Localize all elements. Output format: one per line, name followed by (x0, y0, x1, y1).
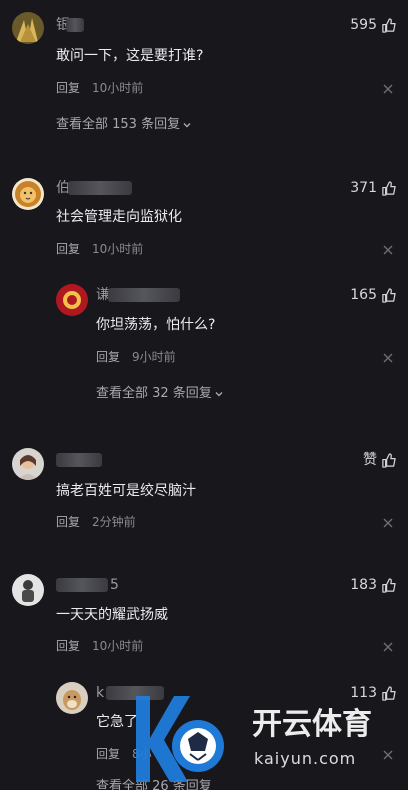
reply-button[interactable]: 回复 (56, 80, 80, 96)
timestamp: 10小时前 (92, 242, 144, 256)
avatar-red-image (56, 284, 88, 316)
close-icon[interactable] (382, 83, 394, 95)
reply-text: 你坦荡荡，怕什么? (96, 317, 216, 333)
timestamp: 9小时前 (132, 350, 176, 364)
timestamp: 2分钟前 (92, 515, 136, 529)
close-icon[interactable] (382, 244, 394, 256)
comment-text: 搞老百姓可是绞尽脑汁 (56, 483, 196, 499)
close-icon[interactable] (382, 641, 394, 653)
avatar[interactable] (12, 448, 44, 480)
comment-meta: 回复 10小时前 (56, 638, 143, 654)
like-button[interactable]: 595 (350, 16, 396, 34)
thumbs-up-icon (382, 452, 396, 468)
view-all-replies-label: 查看全部 153 条回复 (56, 117, 181, 132)
reply-avatar[interactable] (56, 284, 88, 316)
timestamp: 10小时前 (92, 81, 144, 95)
chevron-down-icon (183, 123, 191, 128)
username-blur (68, 181, 132, 195)
reply-button[interactable]: 回复 (56, 638, 80, 654)
like-button[interactable]: 赞 (363, 451, 396, 469)
view-all-replies-label: 查看全部 32 条回复 (96, 386, 212, 401)
reply-meta: 回复 9小时前 (96, 349, 176, 365)
like-count: 183 (350, 577, 377, 593)
comment-text: 社会管理走向监狱化 (56, 209, 182, 225)
comment-text: 一天天的耀武扬威 (56, 607, 168, 623)
reply-button[interactable]: 回复 (56, 514, 80, 530)
like-button[interactable]: 165 (350, 286, 396, 304)
comment-meta: 回复 10小时前 (56, 80, 143, 96)
chevron-down-icon (215, 392, 223, 397)
avatar-dog-image (56, 682, 88, 714)
reply-username-blur (108, 288, 180, 302)
avatar-woman-image (12, 448, 44, 480)
username-blur (56, 453, 102, 467)
like-count: 595 (350, 17, 377, 33)
avatar-person-image (12, 574, 44, 606)
avatar[interactable] (12, 12, 44, 44)
reply-button[interactable]: 回复 (96, 349, 120, 365)
avatar[interactable] (12, 178, 44, 210)
close-icon[interactable] (382, 352, 394, 364)
like-button[interactable]: 183 (350, 576, 396, 594)
reply-button[interactable]: 回复 (96, 746, 120, 762)
thumbs-up-icon (382, 17, 396, 33)
timestamp: 10小时前 (92, 639, 144, 653)
reply-username[interactable]: k (96, 684, 104, 702)
thumbs-up-icon (382, 180, 396, 196)
comment-meta: 回复 2分钟前 (56, 514, 136, 530)
like-count: 165 (350, 287, 377, 303)
avatar[interactable] (12, 574, 44, 606)
like-button[interactable]: 371 (350, 179, 396, 197)
comment-text: 敢问一下，这是要打谁? (56, 48, 204, 64)
username-blur (66, 18, 84, 32)
thumbs-up-icon (382, 287, 396, 303)
close-icon[interactable] (382, 517, 394, 529)
thumbs-up-icon (382, 577, 396, 593)
username-blur (56, 578, 108, 592)
avatar-lion-image (12, 178, 44, 210)
view-all-replies[interactable]: 查看全部 153 条回复 (56, 116, 192, 134)
view-all-replies[interactable]: 查看全部 32 条回复 (96, 385, 224, 403)
username[interactable]: 5 (110, 576, 119, 594)
like-count: 371 (350, 180, 377, 196)
brand-watermark: 开云体育 kaiyun.com (136, 696, 372, 782)
avatar-wheat-image (12, 12, 44, 44)
watermark-domain: kaiyun.com (254, 749, 356, 768)
watermark-brand: 开云体育 (252, 707, 372, 742)
reply-avatar[interactable] (56, 682, 88, 714)
kaiyun-logo (136, 696, 224, 782)
like-count: 赞 (363, 452, 377, 468)
reply-button[interactable]: 回复 (56, 241, 80, 257)
comment-meta: 回复 10小时前 (56, 241, 143, 257)
